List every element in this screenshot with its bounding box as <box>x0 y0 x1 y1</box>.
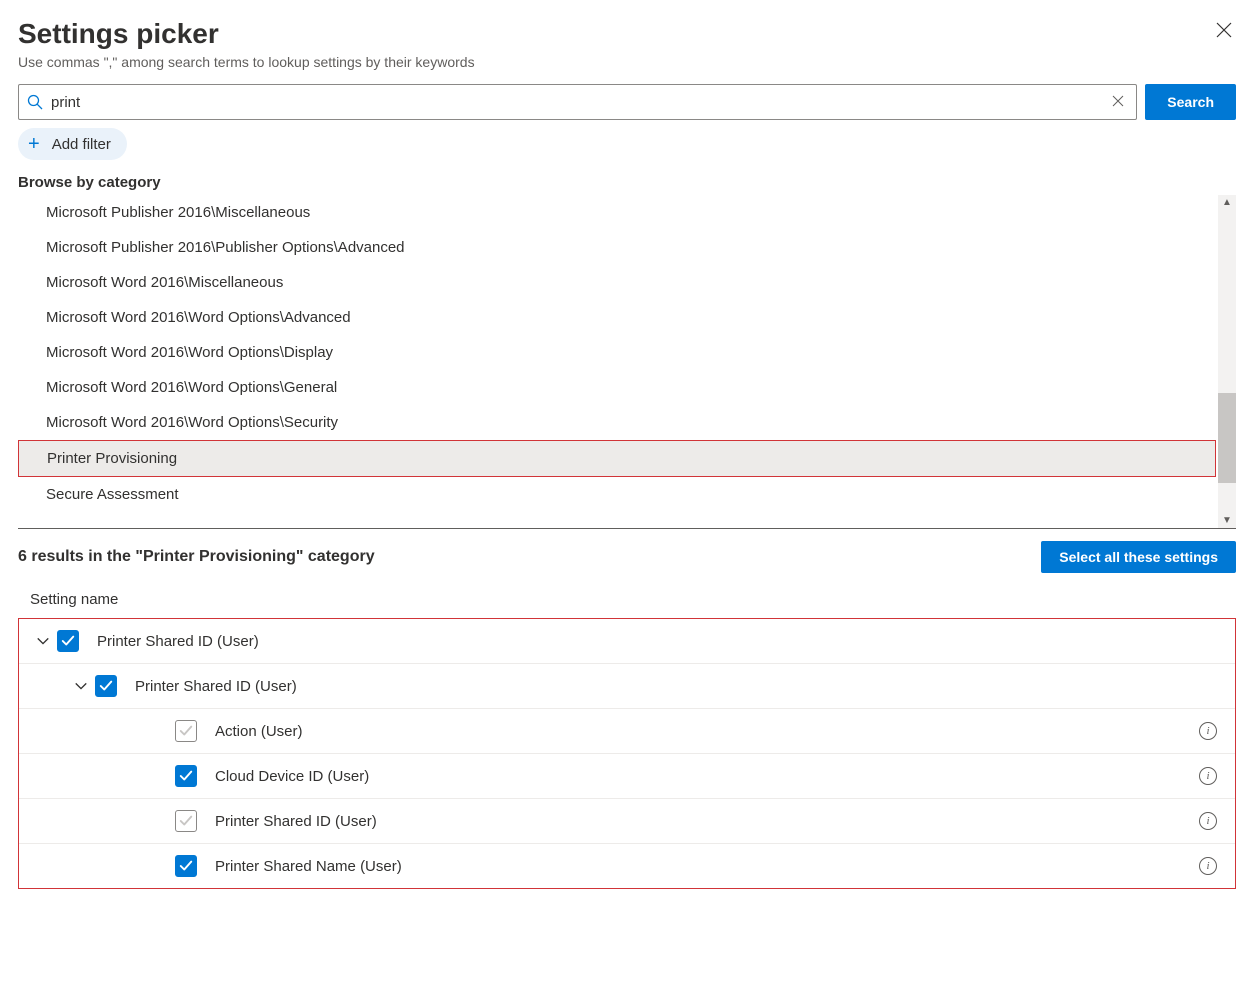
info-icon[interactable]: i <box>1199 767 1217 785</box>
setting-label: Printer Shared ID (User) <box>135 678 1227 695</box>
setting-row[interactable]: Printer Shared ID (User) <box>19 663 1235 708</box>
setting-checkbox[interactable] <box>175 855 197 877</box>
scrollbar[interactable]: ▲ ▼ <box>1218 195 1236 528</box>
category-item[interactable]: Microsoft Word 2016\Miscellaneous <box>46 265 1236 300</box>
category-item[interactable]: Secure Assessment <box>46 477 1236 512</box>
setting-label: Printer Shared Name (User) <box>215 858 1199 875</box>
search-input[interactable] <box>51 94 1108 111</box>
info-icon[interactable]: i <box>1199 722 1217 740</box>
chevron-down-icon[interactable] <box>29 634 57 648</box>
add-filter-label: Add filter <box>52 136 111 153</box>
setting-label: Printer Shared ID (User) <box>97 633 1227 650</box>
setting-checkbox[interactable] <box>175 810 197 832</box>
column-header-setting-name[interactable]: Setting name <box>18 585 1236 618</box>
category-item[interactable]: Microsoft Word 2016\Word Options\General <box>46 370 1236 405</box>
category-item[interactable]: Printer Provisioning <box>18 440 1216 477</box>
category-item[interactable]: Microsoft Word 2016\Word Options\Display <box>46 335 1236 370</box>
setting-row[interactable]: Printer Shared Name (User)i <box>19 843 1235 888</box>
scroll-down-arrow[interactable]: ▼ <box>1222 513 1232 528</box>
close-button[interactable] <box>1212 18 1236 45</box>
setting-label: Cloud Device ID (User) <box>215 768 1199 785</box>
setting-row[interactable]: Cloud Device ID (User)i <box>19 753 1235 798</box>
browse-by-category-label: Browse by category <box>18 174 1236 191</box>
setting-row[interactable]: Printer Shared ID (User) <box>19 619 1235 663</box>
setting-row[interactable]: Action (User)i <box>19 708 1235 753</box>
settings-table: Printer Shared ID (User)Printer Shared I… <box>18 618 1236 889</box>
info-icon[interactable]: i <box>1199 812 1217 830</box>
category-item[interactable]: Microsoft Publisher 2016\Publisher Optio… <box>46 230 1236 265</box>
plus-icon: + <box>28 134 40 154</box>
search-icon <box>27 94 43 110</box>
setting-row[interactable]: Printer Shared ID (User)i <box>19 798 1235 843</box>
setting-label: Printer Shared ID (User) <box>215 813 1199 830</box>
add-filter-button[interactable]: + Add filter <box>18 128 127 160</box>
setting-checkbox[interactable] <box>175 720 197 742</box>
info-icon[interactable]: i <box>1199 857 1217 875</box>
scroll-up-arrow[interactable]: ▲ <box>1222 195 1232 210</box>
category-item[interactable]: Microsoft Word 2016\Word Options\Advance… <box>46 300 1236 335</box>
scroll-thumb[interactable] <box>1218 393 1236 483</box>
scroll-track[interactable] <box>1218 210 1236 513</box>
close-icon <box>1216 22 1232 38</box>
category-item[interactable]: Microsoft Publisher 2016\Miscellaneous <box>46 195 1236 230</box>
category-list: Microsoft Publisher 2016\MiscellaneousMi… <box>18 195 1236 512</box>
select-all-button[interactable]: Select all these settings <box>1041 541 1236 573</box>
clear-search-button[interactable] <box>1108 92 1128 112</box>
setting-checkbox[interactable] <box>57 630 79 652</box>
setting-checkbox[interactable] <box>175 765 197 787</box>
setting-checkbox[interactable] <box>95 675 117 697</box>
page-subtitle: Use commas "," among search terms to loo… <box>18 54 475 70</box>
clear-icon <box>1112 95 1124 107</box>
category-panel: Microsoft Publisher 2016\MiscellaneousMi… <box>18 195 1236 529</box>
search-box[interactable] <box>18 84 1137 120</box>
setting-label: Action (User) <box>215 723 1199 740</box>
search-button[interactable]: Search <box>1145 84 1236 120</box>
chevron-down-icon[interactable] <box>67 679 95 693</box>
category-item[interactable]: Microsoft Word 2016\Word Options\Securit… <box>46 405 1236 440</box>
results-summary: 6 results in the "Printer Provisioning" … <box>18 548 375 566</box>
page-title: Settings picker <box>18 18 475 50</box>
